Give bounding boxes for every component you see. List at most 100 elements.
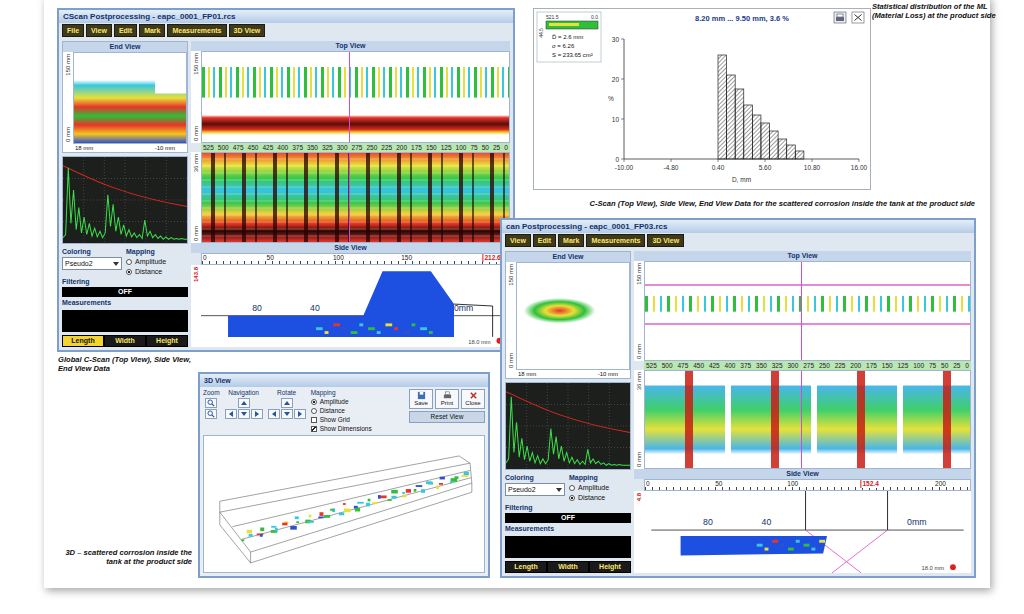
mapping-radio[interactable]: Distance bbox=[311, 407, 345, 415]
up-button[interactable] bbox=[281, 398, 293, 408]
menu-item[interactable]: Edit bbox=[114, 24, 137, 37]
depth-scale: 143.8 bbox=[191, 265, 201, 347]
left-button[interactable] bbox=[268, 409, 280, 419]
coloring-select[interactable]: Pseudo2 bbox=[505, 483, 565, 496]
measure-buttons: LengthWidthHeight bbox=[62, 335, 188, 347]
corrosion-spot bbox=[439, 483, 443, 485]
print-button[interactable] bbox=[834, 12, 846, 23]
toolbar-button[interactable]: Save bbox=[409, 389, 433, 409]
corrosion-spot bbox=[357, 502, 364, 504]
corrosion-spot bbox=[391, 490, 398, 494]
corrosion-spot bbox=[372, 502, 377, 504]
left-button[interactable] bbox=[225, 409, 237, 419]
filtering-state[interactable]: OFF bbox=[505, 513, 631, 523]
top-view-image[interactable] bbox=[644, 261, 971, 361]
coloring-select[interactable]: Pseudo2 bbox=[62, 257, 122, 270]
svg-text:10: 10 bbox=[612, 116, 620, 123]
menu-item[interactable]: Edit bbox=[533, 234, 556, 247]
histogram-bar bbox=[744, 105, 753, 159]
measure-button[interactable]: Length bbox=[506, 562, 546, 572]
menu-item[interactable]: 3D View bbox=[229, 24, 266, 37]
svg-text:S = 233.65 cm²: S = 233.65 cm² bbox=[552, 52, 593, 58]
measure-button[interactable]: Width bbox=[548, 562, 588, 572]
3d-canvas[interactable] bbox=[203, 435, 485, 573]
arrow-left-icon bbox=[272, 411, 276, 417]
side-ruler: 050100150212.6 bbox=[201, 253, 510, 265]
svg-text:0mm: 0mm bbox=[454, 303, 473, 313]
svg-text:20: 20 bbox=[612, 76, 620, 83]
menu-item[interactable]: View bbox=[505, 234, 531, 247]
depth-scale: 4.8 bbox=[634, 491, 644, 573]
measure-button[interactable]: Height bbox=[590, 562, 630, 572]
svg-text:18.0 mm: 18.0 mm bbox=[921, 565, 944, 571]
menu-item[interactable]: File bbox=[62, 24, 84, 37]
down-button[interactable] bbox=[281, 409, 293, 419]
end-view-image[interactable] bbox=[73, 52, 187, 144]
side-ruler: 050100200152.4 bbox=[644, 479, 971, 491]
cursor-line[interactable] bbox=[801, 262, 802, 360]
horizontal-scale: 18 mm-10 mm bbox=[506, 370, 630, 378]
corrosion-spot bbox=[436, 486, 439, 490]
corrosion-spot bbox=[319, 512, 323, 516]
zoom-out-button[interactable] bbox=[205, 409, 217, 419]
menu-item[interactable]: Mark bbox=[139, 24, 165, 37]
arrow-up-icon bbox=[284, 401, 290, 405]
radio-icon bbox=[569, 485, 575, 491]
side-view-profile[interactable]: 80400mm18.0 mm bbox=[644, 491, 971, 573]
a-scan-plot bbox=[62, 156, 188, 244]
svg-text:%: % bbox=[608, 95, 614, 102]
cursor-line[interactable] bbox=[801, 371, 802, 469]
down-button[interactable] bbox=[238, 409, 250, 419]
measure-button[interactable]: Length bbox=[63, 336, 103, 346]
right-button[interactable] bbox=[251, 409, 263, 419]
menu-item[interactable]: 3D View bbox=[647, 234, 684, 247]
material-loss-histogram: 521.50.044.5D̄ = 2.6 mmσ = 6.26S = 233.6… bbox=[534, 9, 870, 189]
measure-button[interactable]: Height bbox=[147, 336, 187, 346]
cscan-window: CScan Postprocessing - eapc_0001_FP01.rc… bbox=[57, 8, 515, 352]
end-view-panel: End View150 mm0 mm18 mm-10 mm bbox=[62, 41, 188, 153]
option-checkbox[interactable]: Show Dimensions bbox=[311, 425, 372, 433]
c-scan-image[interactable] bbox=[201, 152, 510, 244]
panel-title: Top View bbox=[634, 251, 971, 261]
svg-text:40: 40 bbox=[762, 517, 772, 527]
mapping-radio[interactable]: Amplitude bbox=[311, 398, 349, 406]
right-button[interactable] bbox=[294, 409, 306, 419]
position-marker[interactable]: 212.6 bbox=[482, 254, 501, 262]
close-button[interactable] bbox=[852, 12, 864, 23]
dropdown-arrow-icon bbox=[113, 262, 119, 266]
option-checkbox[interactable]: Show Grid bbox=[311, 416, 350, 424]
filtering-state[interactable]: OFF bbox=[62, 287, 188, 297]
corrosion-spot bbox=[271, 526, 276, 528]
histogram-bar bbox=[795, 151, 804, 159]
svg-text:-4.80: -4.80 bbox=[664, 164, 679, 171]
position-marker[interactable]: 152.4 bbox=[860, 480, 879, 488]
top-view-image[interactable] bbox=[201, 51, 510, 143]
svg-text:0mm: 0mm bbox=[907, 517, 926, 527]
mapping-radio[interactable]: Distance bbox=[569, 493, 631, 502]
menu-item[interactable]: View bbox=[86, 24, 112, 37]
measure-button[interactable]: Width bbox=[105, 336, 145, 346]
toolbar-button[interactable]: Print bbox=[435, 389, 459, 409]
mapping-radio[interactable]: Amplitude bbox=[569, 483, 631, 492]
cursor-line[interactable] bbox=[349, 153, 350, 243]
corrosion-spot bbox=[260, 528, 264, 532]
reset-view-button[interactable]: Reset View bbox=[409, 411, 485, 423]
corrosion-spot bbox=[461, 475, 468, 477]
mapping-radio[interactable]: Distance bbox=[126, 267, 188, 276]
menu-item[interactable]: Mark bbox=[558, 234, 584, 247]
zoom-in-button[interactable] bbox=[205, 398, 217, 408]
up-button[interactable] bbox=[238, 398, 250, 408]
radio-icon bbox=[126, 259, 132, 265]
mapping-radio[interactable]: Amplitude bbox=[126, 257, 188, 266]
cursor-line[interactable] bbox=[349, 52, 350, 142]
end-view-image[interactable] bbox=[516, 262, 630, 370]
menu-item[interactable]: Measurements bbox=[586, 234, 645, 247]
magnifier-icon bbox=[207, 410, 215, 418]
menu-item[interactable]: Measurements bbox=[167, 24, 226, 37]
c-scan-image[interactable] bbox=[644, 370, 971, 470]
corrosion-spot bbox=[426, 481, 433, 484]
probe-dot-icon bbox=[950, 564, 956, 570]
menu-bar: ViewEditMarkMeasurements3D View bbox=[502, 233, 974, 248]
side-view-profile[interactable]: 80400mm18.0 mm bbox=[201, 265, 510, 347]
toolbar-button[interactable]: Close bbox=[461, 389, 485, 409]
